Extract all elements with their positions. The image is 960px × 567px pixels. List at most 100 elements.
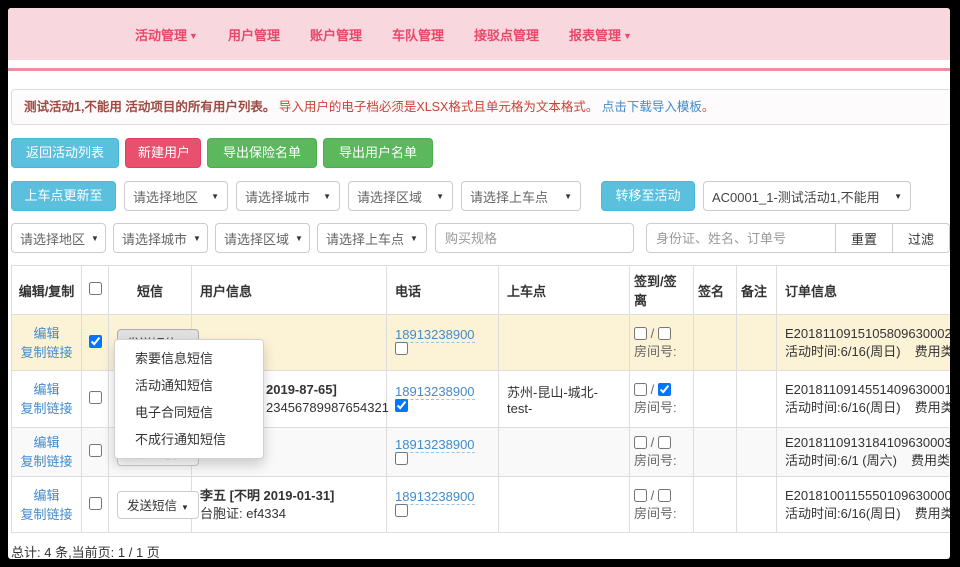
signin-checkbox[interactable] [634, 489, 647, 502]
signature-cell [694, 428, 737, 477]
edit-link[interactable]: 编辑 [14, 433, 79, 452]
district-select-2[interactable]: 请选择区域▼ [215, 223, 310, 253]
nav-item-fleet-mgmt[interactable]: 车队管理 [377, 25, 459, 44]
select-value: 请选择上车点 [326, 229, 404, 248]
signout-checkbox[interactable] [658, 383, 671, 396]
user-info-line2: 23456789987654321 [266, 399, 378, 417]
chevron-down-icon: ▼ [189, 31, 198, 41]
boarding-point-select[interactable]: 请选择上车点▼ [461, 181, 581, 211]
filter-button[interactable]: 过滤 [893, 223, 950, 253]
update-boarding-point-button[interactable]: 上车点更新至 [11, 181, 116, 211]
phone-checkbox[interactable] [395, 452, 408, 465]
signin-checkbox[interactable] [634, 436, 647, 449]
nav-item-activity-mgmt[interactable]: 活动管理▼ [120, 25, 213, 44]
signin-checkbox[interactable] [634, 327, 647, 340]
notice-warning: 导入用户的电子档必须是XLSX格式且单元格为文本格式。 [279, 100, 598, 114]
send-sms-button[interactable]: 发送短信▼ [117, 491, 199, 519]
order-fee-type: 费用类型 [915, 506, 950, 521]
signout-checkbox[interactable] [658, 489, 671, 502]
phone-link[interactable]: 18913238900 [395, 384, 475, 400]
header-edit-copy: 编辑/复制 [12, 266, 82, 315]
city-select-2[interactable]: 请选择城市▼ [113, 223, 208, 253]
header-user-info: 用户信息 [192, 266, 387, 315]
select-value: 请选择地区 [20, 229, 85, 248]
edit-link[interactable]: 编辑 [14, 380, 79, 399]
remark-cell [737, 428, 777, 477]
user-info-line1: 2019-87-65] [266, 381, 378, 399]
export-insurance-button[interactable]: 导出保险名单 [207, 138, 317, 168]
header-select-all [82, 266, 109, 315]
chevron-down-icon: ▼ [193, 234, 201, 243]
pagination-summary: 总计: 4 条,当前页: 1 / 1 页 [11, 542, 950, 559]
phone-link[interactable]: 18913238900 [395, 489, 475, 505]
chevron-down-icon: ▼ [295, 234, 303, 243]
menu-item-e-contract-sms[interactable]: 电子合同短信 [115, 399, 263, 426]
header-boarding-point: 上车点 [499, 266, 630, 315]
edit-link[interactable]: 编辑 [14, 486, 79, 505]
chevron-down-icon: ▼ [181, 503, 189, 512]
boarding-point-cell [499, 315, 630, 371]
order-number: E20181109131841096300031 [785, 434, 950, 452]
phone-checkbox[interactable] [395, 504, 408, 517]
order-number: E20181109145514096300019 [785, 381, 950, 399]
order-activity-time: 活动时间:6/16(周日) [785, 400, 901, 415]
phone-link[interactable]: 18913238900 [395, 437, 475, 453]
row-checkbox[interactable] [89, 497, 102, 510]
menu-item-activity-notice-sms[interactable]: 活动通知短信 [115, 372, 263, 399]
nav-label: 车队管理 [392, 28, 444, 43]
room-number-label: 房间号: [634, 399, 689, 417]
download-template-link[interactable]: 点击下载导入模板 [602, 100, 702, 114]
district-select[interactable]: 请选择区域▼ [348, 181, 453, 211]
signin-checkbox[interactable] [634, 383, 647, 396]
nav-item-account-mgmt[interactable]: 账户管理 [295, 25, 377, 44]
nav-item-shuttle-point-mgmt[interactable]: 接驳点管理 [459, 25, 554, 44]
notice-title: 测试活动1,不能用 活动项目的所有用户列表。 [24, 100, 275, 114]
phone-checkbox[interactable] [395, 399, 408, 412]
row-checkbox[interactable] [89, 444, 102, 457]
export-users-button[interactable]: 导出用户名单 [323, 138, 433, 168]
nav-item-report-mgmt[interactable]: 报表管理▼ [554, 25, 647, 44]
remark-cell [737, 371, 777, 428]
signout-checkbox[interactable] [658, 436, 671, 449]
select-all-checkbox[interactable] [89, 282, 102, 295]
user-info-line2: 台胞证: ef4334 [200, 505, 378, 523]
top-navbar: 活动管理▼ 用户管理 账户管理 车队管理 接驳点管理 报表管理▼ [8, 8, 950, 60]
header-remark: 备注 [737, 266, 777, 315]
order-activity-time: 活动时间:6/16(周日) [785, 506, 901, 521]
header-phone: 电话 [387, 266, 499, 315]
chevron-down-icon: ▼ [436, 192, 444, 201]
boarding-point-cell: 苏州-昆山-城北-test- [499, 371, 630, 428]
new-user-button[interactable]: 新建用户 [125, 138, 201, 168]
menu-item-trip-cancel-sms[interactable]: 不成行通知短信 [115, 426, 263, 453]
copy-link[interactable]: 复制链接 [14, 399, 79, 418]
menu-item-request-info-sms[interactable]: 索要信息短信 [115, 345, 263, 372]
nav-item-user-mgmt[interactable]: 用户管理 [213, 25, 295, 44]
region-select-2[interactable]: 请选择地区▼ [11, 223, 106, 253]
target-activity-select[interactable]: AC0001_1-测试活动1,不能用▼ [703, 181, 911, 211]
reset-button[interactable]: 重置 [836, 223, 893, 253]
phone-link[interactable]: 18913238900 [395, 327, 475, 343]
chevron-down-icon: ▼ [564, 192, 572, 201]
back-to-activities-button[interactable]: 返回活动列表 [11, 138, 119, 168]
copy-link[interactable]: 复制链接 [14, 343, 79, 362]
row-checkbox[interactable] [89, 391, 102, 404]
boarding-point-select-2[interactable]: 请选择上车点▼ [317, 223, 427, 253]
purchase-spec-input[interactable] [435, 223, 634, 253]
order-activity-time: 活动时间:6/16(周日) [785, 344, 901, 359]
transfer-to-activity-button[interactable]: 转移至活动 [601, 181, 695, 211]
select-value: 请选择地区 [133, 187, 198, 206]
signout-checkbox[interactable] [658, 327, 671, 340]
copy-link[interactable]: 复制链接 [14, 452, 79, 471]
row-checkbox[interactable] [89, 335, 102, 348]
city-select[interactable]: 请选择城市▼ [236, 181, 340, 211]
nav-label: 接驳点管理 [474, 28, 539, 43]
signature-cell [694, 315, 737, 371]
search-input[interactable] [646, 223, 836, 253]
phone-checkbox[interactable] [395, 342, 408, 355]
region-select[interactable]: 请选择地区▼ [124, 181, 228, 211]
table-header-row: 编辑/复制 短信 用户信息 电话 上车点 签到/签离 签名 备注 订单信息 [12, 266, 951, 315]
remark-cell [737, 315, 777, 371]
copy-link[interactable]: 复制链接 [14, 505, 79, 524]
header-sms: 短信 [109, 266, 192, 315]
edit-link[interactable]: 编辑 [14, 324, 79, 343]
